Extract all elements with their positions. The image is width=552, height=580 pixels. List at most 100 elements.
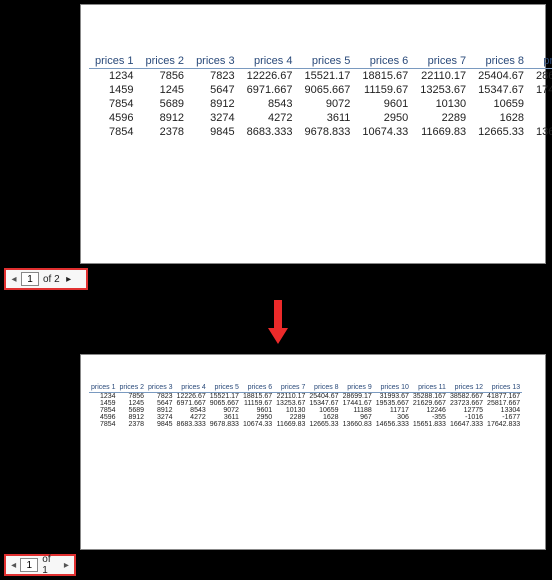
column-header: prices 6	[241, 383, 274, 393]
column-header: prices 2	[140, 53, 191, 69]
table-cell: 967	[530, 111, 552, 125]
table-cell: 11188	[530, 97, 552, 111]
table-cell: 7856	[140, 69, 191, 84]
column-header: prices 7	[274, 383, 307, 393]
column-header: prices 6	[356, 53, 414, 69]
table-cell: 5647	[190, 83, 241, 97]
table-row: 12347856782312226.6715521.1718815.672211…	[89, 69, 552, 84]
column-header: prices 4	[241, 53, 299, 69]
table-cell: -1677	[485, 414, 522, 421]
page-number-input[interactable]	[20, 558, 38, 572]
table-cell: 12226.67	[175, 393, 208, 401]
table-cell: 13660.83	[530, 125, 552, 139]
table-cell: 7823	[146, 393, 175, 401]
table-cell: 12246	[411, 407, 448, 414]
table-cell: 967	[341, 414, 374, 421]
table-cell: 17441.67	[530, 83, 552, 97]
column-header: prices 8	[472, 53, 530, 69]
column-header: prices 1	[89, 53, 140, 69]
column-header: prices 2	[118, 383, 147, 393]
table-cell: 13660.83	[341, 421, 374, 428]
column-header: prices 4	[175, 383, 208, 393]
table-row: 7854237898458683.3339678.83310674.331166…	[89, 125, 552, 139]
first-page-icon[interactable]: ◂	[9, 272, 19, 286]
table-cell: 22110.17	[274, 393, 307, 401]
table-cell: 8543	[175, 407, 208, 414]
table-cell: 11717	[374, 407, 411, 414]
column-header: prices 1	[89, 383, 118, 393]
table-cell: 2950	[241, 414, 274, 421]
column-header: prices 9	[530, 53, 552, 69]
table-row: 12347856782312226.6715521.1718815.672211…	[89, 393, 522, 401]
table-cell: 14656.333	[374, 421, 411, 428]
report-pane-after: prices 1prices 2prices 3prices 4prices 5…	[80, 354, 546, 550]
column-header: prices 7	[414, 53, 472, 69]
table-cell: 12665.33	[472, 125, 530, 139]
next-page-icon[interactable]: ▸	[64, 272, 74, 286]
table-cell: -1016	[448, 414, 485, 421]
table-cell: 10674.33	[356, 125, 414, 139]
table-cell: 18815.67	[356, 69, 414, 84]
column-header: prices 12	[448, 383, 485, 393]
table-cell: 15347.67	[472, 83, 530, 97]
table-cell: -355	[411, 414, 448, 421]
table-cell: 10674.33	[241, 421, 274, 428]
table-row: 7854568989128543907296011013010659111881…	[89, 407, 522, 414]
table-row: 45968912327442723611295022891628967306-3…	[89, 414, 522, 421]
table-cell: 2378	[118, 421, 147, 428]
report-pane-before: prices 1prices 2prices 3prices 4prices 5…	[80, 4, 546, 264]
table-cell: 7854	[89, 125, 140, 139]
table-cell: 1459	[89, 83, 140, 97]
table-cell: 4272	[241, 111, 299, 125]
table-cell: 13253.67	[414, 83, 472, 97]
table-cell: 7854	[89, 407, 118, 414]
column-header: prices 5	[208, 383, 241, 393]
page-count-label: of 1	[40, 554, 59, 576]
column-header: prices 9	[341, 383, 374, 393]
table-cell: 1234	[89, 69, 140, 84]
table-cell: 25404.67	[472, 69, 530, 84]
table-cell: 5689	[140, 97, 191, 111]
column-header: prices 13	[485, 383, 522, 393]
table-row: 1459124556476971.6679065.66711159.671325…	[89, 83, 552, 97]
table-cell: 25404.67	[307, 393, 340, 401]
first-page-icon[interactable]: ◂	[9, 558, 18, 572]
column-header: prices 10	[374, 383, 411, 393]
table-cell: 12665.33	[307, 421, 340, 428]
next-page-icon[interactable]: ▸	[62, 558, 71, 572]
table-cell: 18815.67	[241, 393, 274, 401]
table-cell: 9845	[190, 125, 241, 139]
table-cell: 31993.67	[374, 393, 411, 401]
table-cell: 28699.17	[341, 393, 374, 401]
table-cell: 38582.667	[448, 393, 485, 401]
table-cell: 25817.667	[485, 400, 522, 407]
table-cell: 7854	[89, 421, 118, 428]
table-cell: 11159.67	[241, 400, 274, 407]
table-cell: 7856	[118, 393, 147, 401]
table-cell: 15521.17	[208, 393, 241, 401]
table-cell: 9678.833	[208, 421, 241, 428]
table-row: 785456898912854390729601101301065911188	[89, 97, 552, 111]
table-cell: 8912	[118, 414, 147, 421]
table-cell: 8912	[140, 111, 191, 125]
table-cell: 1628	[307, 414, 340, 421]
table-cell: 9601	[356, 97, 414, 111]
table-cell: 9072	[208, 407, 241, 414]
table-cell: 9072	[298, 97, 356, 111]
pager-after: ◂ of 1 ▸	[4, 554, 76, 576]
table-cell: 8683.333	[241, 125, 299, 139]
table-cell: 9065.667	[298, 83, 356, 97]
page-number-input[interactable]	[21, 272, 39, 286]
table-cell: 1234	[89, 393, 118, 401]
table-cell: 15651.833	[411, 421, 448, 428]
table-cell: 13304	[485, 407, 522, 414]
table-cell: 6971.667	[241, 83, 299, 97]
table-cell: 3274	[146, 414, 175, 421]
table-cell: 2289	[414, 111, 472, 125]
table-cell: 4272	[175, 414, 208, 421]
table-cell: 23723.667	[448, 400, 485, 407]
column-header: prices 3	[190, 53, 241, 69]
table-cell: 5689	[118, 407, 147, 414]
transition-arrow-icon	[268, 300, 288, 344]
table-cell: 9065.667	[208, 400, 241, 407]
